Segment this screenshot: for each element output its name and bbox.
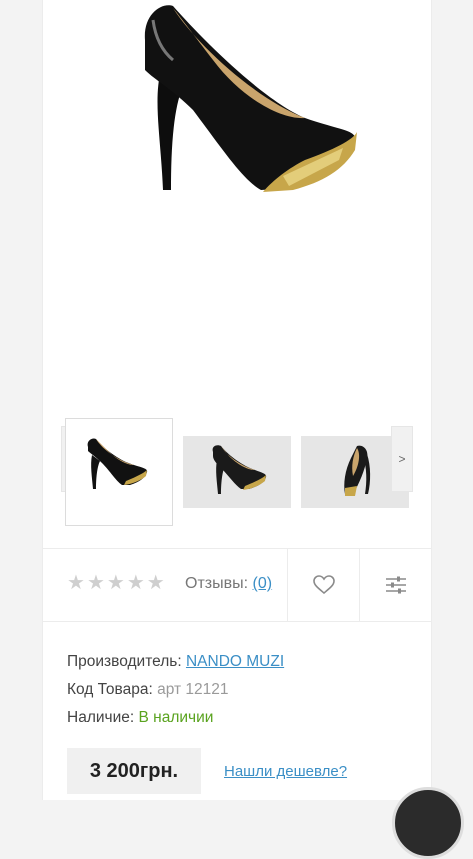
product-main-image[interactable]: [43, 0, 431, 400]
price: 3 200грн.: [67, 748, 201, 794]
availability-status: В наличии: [138, 709, 214, 726]
reviews: Отзывы: (0): [185, 575, 272, 593]
product-card: <: [42, 0, 432, 800]
manufacturer-link[interactable]: NANDO MUZI: [186, 653, 284, 670]
wishlist-button[interactable]: [288, 549, 360, 621]
floating-action-button[interactable]: [392, 787, 464, 859]
found-cheaper-link[interactable]: Нашли дешевле?: [224, 763, 347, 780]
product-code-label: Код Товара:: [67, 681, 153, 698]
thumbnail-2[interactable]: [183, 418, 291, 526]
star-icon: ★: [146, 572, 165, 594]
gallery-next-button[interactable]: >: [391, 426, 413, 492]
compare-button[interactable]: [360, 549, 432, 621]
thumbnail-strip: <: [43, 410, 431, 535]
sliders-icon: [386, 576, 406, 594]
availability-row: Наличие: В наличии: [67, 704, 284, 732]
rating-stars[interactable]: ★ ★ ★ ★ ★: [67, 573, 165, 593]
star-icon: ★: [86, 572, 105, 594]
manufacturer-label: Производитель:: [67, 653, 182, 670]
manufacturer-row: Производитель: NANDO MUZI: [67, 648, 284, 676]
shoe-image: [144, 5, 357, 192]
thumbnail-shoe-side-icon: [183, 436, 291, 508]
reviews-label: Отзывы:: [185, 575, 249, 592]
star-icon: ★: [126, 572, 145, 594]
star-icon: ★: [106, 572, 125, 594]
thumbnail-shoe-icon: [87, 438, 148, 489]
product-code-value: арт 12121: [157, 681, 229, 698]
rating-row: ★ ★ ★ ★ ★ Отзывы: (0): [43, 549, 431, 621]
availability-label: Наличие:: [67, 709, 135, 726]
reviews-count-link[interactable]: (0): [253, 575, 273, 592]
heart-icon: [313, 575, 335, 595]
thumbnail-1[interactable]: [65, 418, 173, 526]
product-info: Производитель: NANDO MUZI Код Товара: ар…: [67, 648, 284, 732]
chevron-right-icon: >: [398, 452, 406, 466]
product-code-row: Код Товара: арт 12121: [67, 676, 284, 704]
star-icon: ★: [67, 572, 85, 594]
divider: [43, 621, 431, 622]
